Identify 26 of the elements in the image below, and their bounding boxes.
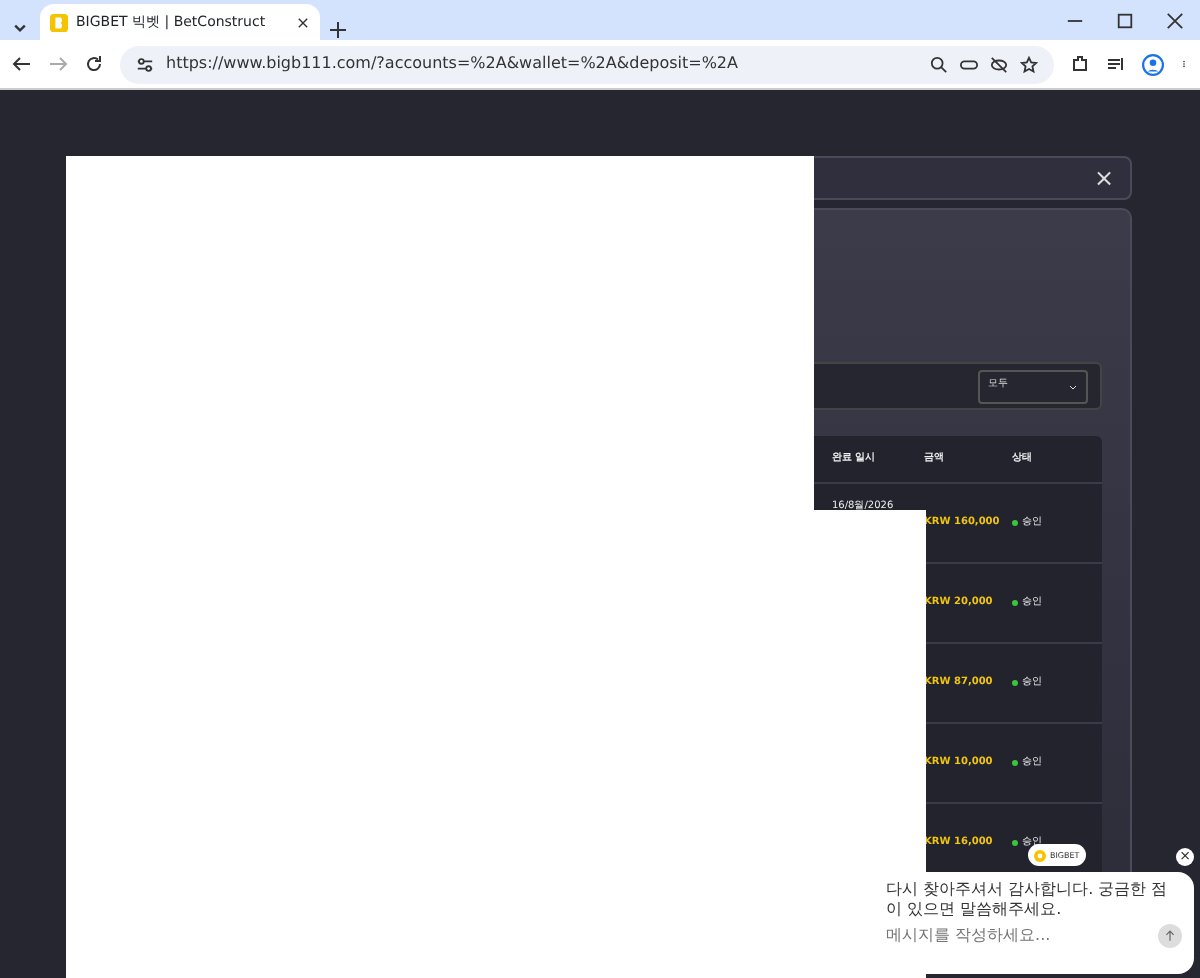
profile-icon[interactable] xyxy=(1142,53,1164,75)
site-info-icon[interactable] xyxy=(136,55,154,73)
send-button[interactable] xyxy=(1158,924,1182,949)
maximize-icon[interactable] xyxy=(1116,11,1134,29)
eye-slash-icon[interactable] xyxy=(990,55,1008,73)
back-icon[interactable] xyxy=(12,54,32,74)
brand-logo-icon xyxy=(1034,849,1046,861)
new-tab-icon[interactable] xyxy=(328,20,348,40)
status-dot xyxy=(1012,840,1018,846)
zoom-icon[interactable] xyxy=(930,55,948,73)
extensions-icon[interactable] xyxy=(1070,54,1090,74)
status-dot xyxy=(1012,600,1018,606)
address-bar[interactable]: https://www.bigb111.com/?accounts=%2A&wallet=%2A&deposit=%2A xyxy=(120,45,1054,83)
close-icon[interactable] xyxy=(296,15,310,29)
arrow-up-icon xyxy=(1164,930,1176,943)
chat-message: 다시 찾아주셔서 감사합니다. 궁금한 점이 있으면 말씀해주세요. xyxy=(886,880,1170,919)
status-dot xyxy=(1012,520,1018,526)
close-button[interactable]: × xyxy=(1093,166,1114,190)
status-dot xyxy=(1012,760,1018,766)
url-text: https://www.bigb111.com/?accounts=%2A&wallet=%2A&deposit=%2A xyxy=(166,52,740,76)
media-icon[interactable] xyxy=(1106,54,1126,74)
status-dot xyxy=(1012,680,1018,686)
star-icon[interactable] xyxy=(1020,55,1038,73)
site-logo-icon xyxy=(50,13,68,31)
reload-icon[interactable] xyxy=(84,54,104,74)
close-icon[interactable] xyxy=(1166,11,1184,29)
